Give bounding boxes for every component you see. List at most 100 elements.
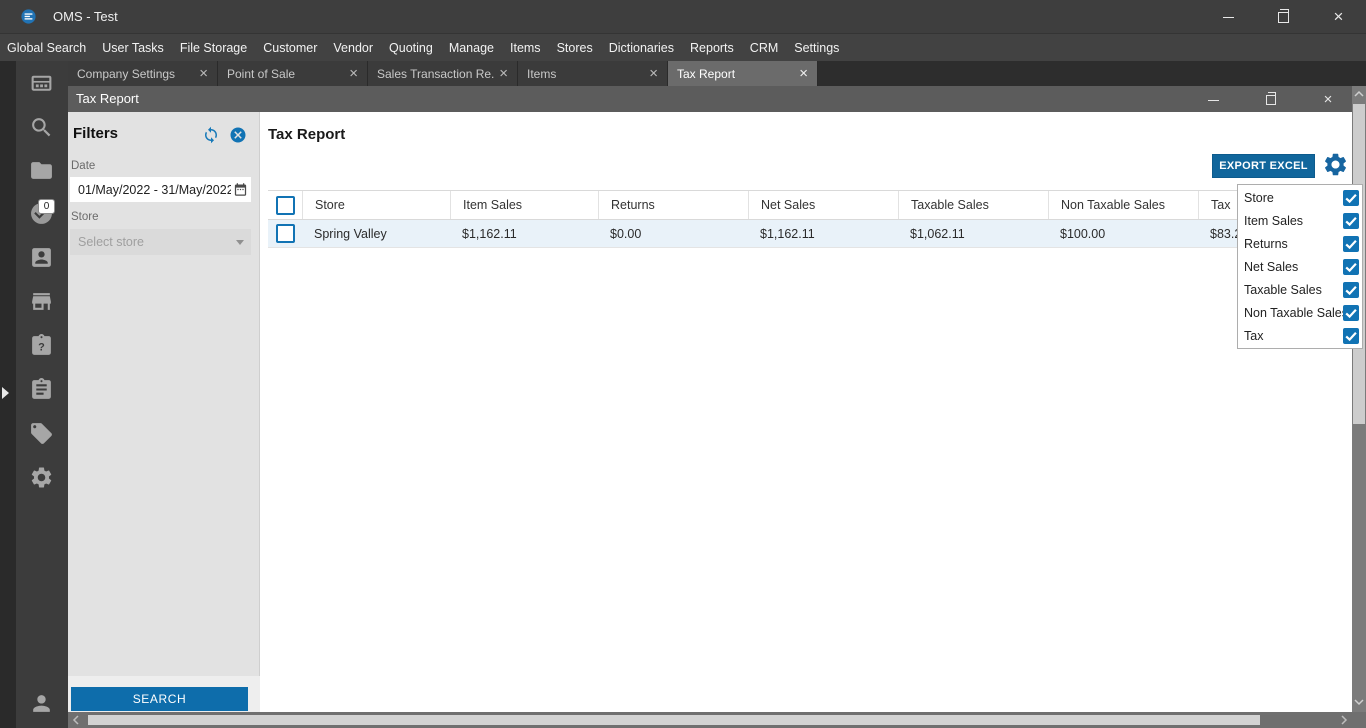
chooser-item-taxable-sales[interactable]: Taxable Sales (1238, 278, 1362, 301)
chooser-checkbox-checked[interactable] (1343, 304, 1359, 321)
menu-bar: Global Search User Tasks File Storage Custo… (0, 33, 1366, 61)
clear-filters-icon[interactable] (229, 126, 247, 144)
sidebar-search-icon[interactable] (29, 115, 54, 140)
sidebar-user-icon[interactable] (29, 691, 54, 716)
menu-item-customer[interactable]: Customer (255, 41, 325, 55)
table-header-row: Store Item Sales Returns Net Sales Taxable S… (268, 190, 1352, 220)
tab-tax-report[interactable]: Tax Report × (668, 61, 818, 86)
store-select[interactable]: Select store (70, 229, 251, 255)
sidebar-clipboard-list-icon[interactable] (29, 377, 54, 402)
menu-item-file-storage[interactable]: File Storage (172, 41, 255, 55)
chooser-item-label: Store (1244, 190, 1274, 205)
menu-item-user-tasks[interactable]: User Tasks (94, 41, 172, 55)
chooser-item-label: Returns (1244, 236, 1288, 251)
inner-close-button[interactable]: × (1313, 86, 1343, 112)
tab-close-icon[interactable]: × (199, 66, 208, 81)
menu-item-dictionaries[interactable]: Dictionaries (601, 41, 682, 55)
document-tab-bar: Company Settings × Point of Sale × Sales Tra… (68, 61, 1366, 86)
chooser-checkbox-checked[interactable] (1343, 235, 1359, 252)
column-header-returns[interactable]: Returns (598, 191, 748, 219)
task-count-badge: 0 (38, 199, 55, 214)
cell-net-sales: $1,162.11 (760, 227, 815, 241)
tab-label: Point of Sale (227, 66, 296, 81)
chooser-checkbox-checked[interactable] (1343, 281, 1359, 298)
tab-close-icon[interactable]: × (349, 66, 358, 81)
menu-item-vendor[interactable]: Vendor (325, 41, 381, 55)
calendar-icon[interactable] (233, 182, 248, 197)
cell-non-taxable-sales: $100.00 (1060, 227, 1106, 241)
menu-item-reports[interactable]: Reports (682, 41, 742, 55)
chooser-item-item-sales[interactable]: Item Sales (1238, 209, 1362, 232)
refresh-filters-icon[interactable] (202, 126, 220, 144)
chooser-checkbox-checked[interactable] (1343, 258, 1359, 275)
chooser-checkbox-checked[interactable] (1343, 327, 1359, 344)
menu-item-quoting[interactable]: Quoting (381, 41, 441, 55)
chooser-item-label: Net Sales (1244, 259, 1299, 274)
date-range-input[interactable] (70, 177, 251, 202)
tab-company-settings[interactable]: Company Settings × (68, 61, 218, 86)
tab-label: Sales Transaction Re... (377, 66, 496, 81)
chooser-item-net-sales[interactable]: Net Sales (1238, 255, 1362, 278)
sidebar-pos-panel-icon[interactable] (29, 71, 54, 96)
search-button[interactable]: SEARCH (71, 687, 248, 711)
tab-label: Items (527, 66, 557, 81)
scroll-down-arrow-icon[interactable] (1354, 698, 1364, 706)
chooser-checkbox-checked[interactable] (1343, 212, 1359, 229)
column-header-non-taxable-sales[interactable]: Non Taxable Sales (1048, 191, 1198, 219)
chooser-item-store[interactable]: Store (1238, 186, 1362, 209)
column-header-net-sales[interactable]: Net Sales (748, 191, 898, 219)
menu-item-crm[interactable]: CRM (742, 41, 786, 55)
chooser-item-returns[interactable]: Returns (1238, 232, 1362, 255)
column-header-taxable-sales[interactable]: Taxable Sales (898, 191, 1048, 219)
tab-sales-transaction-re[interactable]: Sales Transaction Re... × (368, 61, 518, 86)
select-all-checkbox[interactable] (275, 195, 295, 215)
window-controls: × (1201, 0, 1366, 33)
tab-items[interactable]: Items × (518, 61, 668, 86)
column-header-store[interactable]: Store (302, 191, 450, 219)
chooser-item-tax[interactable]: Tax (1238, 324, 1362, 347)
chooser-item-label: Item Sales (1244, 213, 1304, 228)
chooser-checkbox-checked[interactable] (1343, 189, 1359, 206)
sidebar-clipboard-question-icon[interactable]: ? (29, 333, 54, 358)
header-select-cell (268, 191, 302, 219)
report-page-title: Tax Report (268, 126, 346, 143)
scroll-right-arrow-icon[interactable] (1340, 715, 1348, 725)
minimize-button[interactable] (1201, 0, 1256, 33)
chooser-item-non-taxable-sales[interactable]: Non Taxable Sales (1238, 301, 1362, 324)
menu-item-stores[interactable]: Stores (549, 41, 601, 55)
export-excel-button[interactable]: EXPORT EXCEL (1212, 154, 1315, 178)
tab-point-of-sale[interactable]: Point of Sale × (218, 61, 368, 86)
tab-close-icon[interactable]: × (649, 66, 658, 81)
row-select-cell (268, 220, 302, 247)
store-select-caret-icon (236, 240, 244, 245)
menu-item-manage[interactable]: Manage (441, 41, 502, 55)
horizontal-scrollbar-thumb[interactable] (88, 715, 1260, 725)
scroll-up-arrow-icon[interactable] (1354, 90, 1364, 98)
close-button[interactable]: × (1311, 0, 1366, 33)
menu-item-items[interactable]: Items (502, 41, 549, 55)
column-header-item-sales[interactable]: Item Sales (450, 191, 598, 219)
inner-restore-button[interactable] (1256, 86, 1286, 112)
scroll-left-arrow-icon[interactable] (72, 715, 80, 725)
chooser-item-label: Tax (1244, 328, 1264, 343)
sidebar-store-icon[interactable] (29, 289, 54, 314)
sidebar-tag-icon[interactable] (29, 421, 54, 446)
menu-item-global-search[interactable]: Global Search (7, 41, 94, 55)
table-row[interactable]: Spring Valley $1,162.11 $0.00 $1,162.11 $1,0… (268, 220, 1352, 248)
sidebar-folder-icon[interactable] (29, 158, 54, 183)
sidebar-settings-gear-icon[interactable] (29, 465, 54, 490)
inner-window-title-bar (68, 86, 1366, 112)
sidebar-expander-arrow-icon[interactable] (2, 387, 9, 399)
restore-button[interactable] (1256, 0, 1311, 33)
row-checkbox[interactable] (275, 224, 295, 243)
menu-item-settings[interactable]: Settings (786, 41, 847, 55)
cell-item-sales: $1,162.11 (462, 227, 517, 241)
tab-close-icon[interactable]: × (499, 66, 508, 81)
column-chooser-gear-icon[interactable] (1322, 151, 1349, 178)
tab-close-icon[interactable]: × (799, 66, 808, 81)
inner-window-title: Tax Report (76, 91, 139, 106)
cell-store: Spring Valley (314, 227, 387, 241)
date-filter-label: Date (71, 160, 96, 172)
inner-minimize-button[interactable] (1198, 86, 1228, 112)
sidebar-contact-card-icon[interactable] (29, 245, 54, 270)
